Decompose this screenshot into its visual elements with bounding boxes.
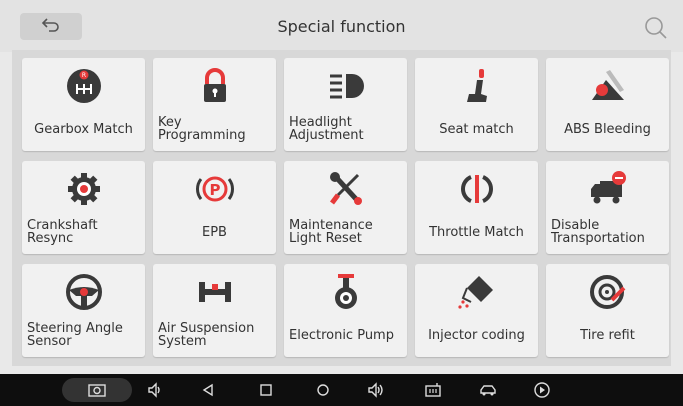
tile-label: Maintenance Light Reset (289, 218, 373, 246)
tile-epb[interactable]: P EPB (153, 161, 276, 254)
function-grid: R Gearbox Match Key Programming Headligh… (12, 50, 671, 366)
tile-abs-bleeding[interactable]: ABS Bleeding (546, 58, 669, 151)
injector-icon (415, 272, 538, 312)
tile-tire-refit[interactable]: Tire refit (546, 264, 669, 357)
tile-headlight-adjustment[interactable]: Headlight Adjustment (284, 58, 407, 151)
tile-key-programming[interactable]: Key Programming (153, 58, 276, 151)
axle-icon (153, 272, 276, 312)
tile-label: Air Suspension System (158, 321, 255, 349)
tile-gearbox-match[interactable]: R Gearbox Match (22, 58, 145, 151)
tile-label: Gearbox Match (34, 121, 133, 137)
parking-brake-icon: P (153, 169, 276, 209)
volume-up-icon[interactable] (367, 381, 385, 399)
volume-down-icon[interactable] (146, 381, 164, 399)
tile-electronic-pump[interactable]: Electronic Pump (284, 264, 407, 357)
tile-label: Throttle Match (429, 224, 524, 240)
wrench-screwdriver-icon (284, 169, 407, 209)
search-button[interactable] (643, 15, 669, 41)
tile-label: Electronic Pump (289, 327, 394, 343)
vci-icon[interactable] (424, 381, 442, 399)
tire-icon (546, 272, 669, 312)
tile-injector-coding[interactable]: Injector coding (415, 264, 538, 357)
gear-shift-icon: R (22, 66, 145, 106)
tile-crankshaft-resync[interactable]: Crankshaft Resync (22, 161, 145, 254)
tile-label: Steering Angle Sensor (27, 321, 123, 349)
screenshot-icon[interactable] (88, 381, 106, 399)
tile-steering-angle-sensor[interactable]: Steering Angle Sensor (22, 264, 145, 357)
tile-label: Key Programming (158, 115, 246, 143)
throttle-icon (415, 169, 538, 209)
tile-label: Injector coding (428, 327, 525, 343)
search-icon (643, 17, 669, 45)
crankshaft-gear-icon (22, 169, 145, 209)
back-icon[interactable] (199, 381, 217, 399)
tile-label: Disable Transportation (551, 218, 645, 246)
page-title: Special function (277, 16, 406, 36)
tile-label: Seat match (439, 121, 514, 137)
system-navbar (0, 374, 683, 406)
tile-maintenance-light-reset[interactable]: Maintenance Light Reset (284, 161, 407, 254)
tile-seat-match[interactable]: Seat match (415, 58, 538, 151)
home-icon[interactable] (314, 381, 332, 399)
headlight-icon (284, 66, 407, 106)
car-connect-icon[interactable] (479, 381, 497, 399)
steering-wheel-icon (22, 272, 145, 312)
tile-label: ABS Bleeding (564, 121, 651, 137)
svg-text:R: R (81, 72, 85, 79)
truck-disable-icon (546, 169, 669, 209)
recent-apps-icon[interactable] (257, 381, 275, 399)
padlock-icon (153, 66, 276, 106)
pump-icon (284, 272, 407, 312)
tile-label: Crankshaft Resync (27, 218, 98, 246)
tile-throttle-match[interactable]: Throttle Match (415, 161, 538, 254)
tile-label: Headlight Adjustment (289, 115, 364, 143)
svg-text:P: P (209, 181, 220, 199)
abs-bleeding-icon (546, 66, 669, 106)
car-seat-icon (415, 66, 538, 106)
play-icon[interactable] (533, 381, 551, 399)
tile-label: Tire refit (580, 327, 635, 343)
tile-disable-transportation[interactable]: Disable Transportation (546, 161, 669, 254)
tile-label: EPB (202, 224, 227, 240)
header-bar: Special function (0, 0, 683, 52)
tile-air-suspension-system[interactable]: Air Suspension System (153, 264, 276, 357)
